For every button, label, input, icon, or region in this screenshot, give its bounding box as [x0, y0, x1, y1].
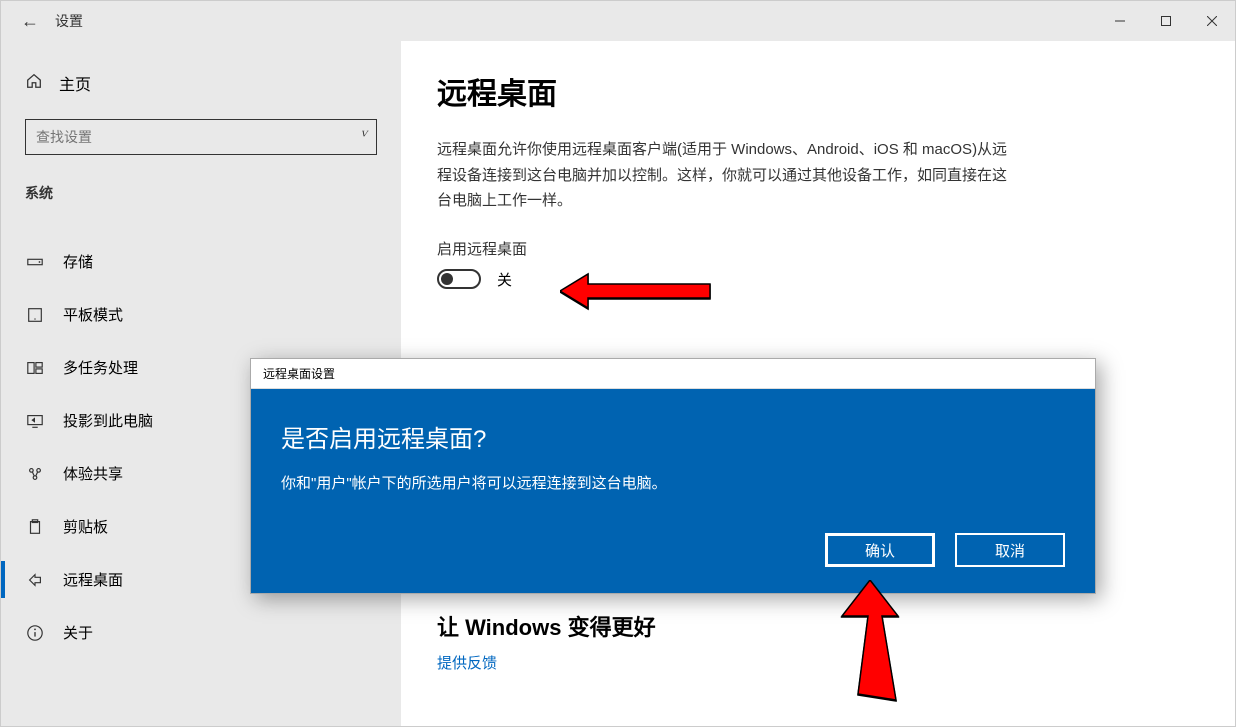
enable-remote-label: 启用远程桌面 [437, 238, 1199, 259]
project-icon [25, 412, 45, 430]
dialog-title: 是否启用远程桌面? [281, 419, 1065, 454]
page-title: 远程桌面 [437, 69, 1199, 113]
share-icon [25, 465, 45, 483]
category-label: 系统 [1, 169, 401, 211]
sidebar-item-storage[interactable]: 存储 [1, 235, 401, 288]
minimize-button[interactable] [1097, 1, 1143, 41]
remote-icon [25, 571, 45, 589]
sidebar-home[interactable]: 主页 [1, 61, 401, 105]
sidebar-item-about[interactable]: 关于 [1, 606, 401, 659]
sidebar-item-label: 存储 [63, 251, 93, 272]
sidebar-item-label: 平板模式 [63, 304, 123, 325]
sidebar-item-label: 投影到此电脑 [63, 410, 153, 431]
close-icon [1207, 16, 1217, 26]
multitask-icon [25, 359, 45, 377]
maximize-icon [1161, 16, 1171, 26]
sidebar-item-label: 体验共享 [63, 463, 123, 484]
sidebar-item-label: 多任务处理 [63, 357, 138, 378]
window-title: 设置 [55, 11, 83, 31]
clipboard-icon [25, 518, 45, 536]
search-input[interactable] [36, 129, 360, 145]
enable-remote-toggle[interactable] [437, 269, 481, 289]
remote-desktop-dialog: 远程桌面设置 是否启用远程桌面? 你和"用户"帐户下的所选用户将可以远程连接到这… [250, 358, 1096, 594]
sidebar-item-label: 关于 [63, 622, 93, 643]
cancel-button[interactable]: 取消 [955, 533, 1065, 567]
about-icon [25, 624, 45, 642]
tablet-icon [25, 306, 45, 324]
feedback-link[interactable]: 提供反馈 [437, 652, 497, 673]
toggle-knob [441, 273, 453, 285]
home-label: 主页 [59, 71, 91, 95]
search-box[interactable]: ⱽ [25, 119, 377, 155]
search-icon: ⱽ [360, 129, 366, 146]
sidebar-item-label: 远程桌面 [63, 569, 123, 590]
maximize-button[interactable] [1143, 1, 1189, 41]
sidebar-item-label: 剪贴板 [63, 516, 108, 537]
toggle-state-text: 关 [497, 269, 512, 290]
improve-windows-title: 让 Windows 变得更好 [437, 610, 1199, 642]
storage-icon [25, 253, 45, 271]
dialog-header: 远程桌面设置 [251, 359, 1095, 389]
titlebar: ← 设置 [1, 1, 1235, 41]
minimize-icon [1115, 16, 1125, 26]
sidebar-item-tablet[interactable]: 平板模式 [1, 288, 401, 341]
home-icon [25, 72, 43, 95]
confirm-button[interactable]: 确认 [825, 533, 935, 567]
close-button[interactable] [1189, 1, 1235, 41]
back-button[interactable]: ← [21, 11, 39, 32]
dialog-text: 你和"用户"帐户下的所选用户将可以远程连接到这台电脑。 [281, 472, 1065, 493]
page-description: 远程桌面允许你使用远程桌面客户端(适用于 Windows、Android、iOS… [437, 137, 1017, 214]
